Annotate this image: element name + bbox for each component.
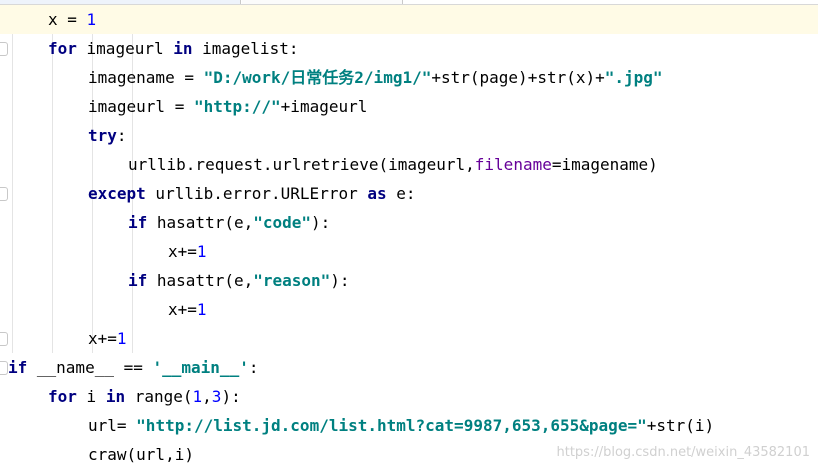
code-token: craw(url,i)	[88, 445, 194, 464]
code-text: imagename = "D:/work/日常任务2/img1/"+str(pa…	[88, 63, 663, 92]
code-line[interactable]: try:	[0, 121, 818, 150]
code-token: range(	[125, 387, 193, 406]
code-token: hasattr(e,	[147, 213, 254, 232]
code-text: urllib.request.urlretrieve(imageurl,file…	[128, 150, 658, 179]
code-text: x+=1	[88, 324, 127, 353]
code-line[interactable]: x+=1	[0, 237, 818, 266]
code-token: in	[173, 39, 193, 58]
code-token: "code"	[253, 213, 312, 232]
code-token: "D:/work/日常任务2/img1/"	[203, 68, 432, 87]
code-line[interactable]: imageurl = "http://"+imageurl	[0, 92, 818, 121]
code-line[interactable]: x+=1	[0, 295, 818, 324]
code-token: urllib.error.URLError	[145, 184, 368, 203]
code-token: =imagename)	[551, 155, 658, 174]
code-token: 1	[116, 329, 127, 348]
editor-tab-active[interactable]	[0, 0, 241, 4]
code-line[interactable]: for i in range(1,3):	[0, 382, 818, 411]
code-text: x+=1	[168, 237, 207, 266]
code-line[interactable]: x+=1	[0, 324, 818, 353]
code-text: except urllib.error.URLError as e:	[88, 179, 416, 208]
code-token: imagelist:	[192, 39, 299, 58]
code-token: try	[88, 126, 117, 145]
fold-marker-icon[interactable]	[0, 361, 8, 375]
code-token: :	[248, 358, 259, 377]
code-token: ".jpg"	[604, 68, 663, 87]
code-token: for	[48, 387, 77, 406]
code-token: 1	[196, 300, 207, 319]
code-text: for i in range(1,3):	[48, 382, 241, 411]
code-token: if	[128, 271, 148, 290]
code-line[interactable]: imagename = "D:/work/日常任务2/img1/"+str(pa…	[0, 63, 818, 92]
code-token: as	[367, 184, 387, 203]
fold-marker-icon[interactable]	[0, 42, 8, 56]
code-text: craw(url,i)	[88, 440, 194, 469]
code-token: +str(page)+str(x)+	[431, 68, 605, 87]
editor-tab[interactable]	[242, 0, 403, 4]
code-token: for	[48, 39, 77, 58]
code-token: imageurl	[76, 39, 174, 58]
code-token: if	[128, 213, 148, 232]
code-token: 3	[211, 387, 222, 406]
code-line[interactable]: url= "http://list.jd.com/list.html?cat=9…	[0, 411, 818, 440]
code-token: "reason"	[253, 271, 331, 290]
code-text: imageurl = "http://"+imageurl	[88, 92, 367, 121]
code-token: '__main__'	[152, 358, 249, 377]
code-token: x+=	[168, 300, 197, 319]
code-token: if	[8, 358, 28, 377]
code-text: x = 1	[48, 5, 96, 34]
code-text: url= "http://list.jd.com/list.html?cat=9…	[88, 411, 714, 440]
code-token: ):	[221, 387, 241, 406]
code-line[interactable]: x = 1	[0, 5, 818, 34]
code-line[interactable]: urllib.request.urlretrieve(imageurl,file…	[0, 150, 818, 179]
code-token: in	[105, 387, 126, 406]
code-text: if hasattr(e,"code"):	[128, 208, 330, 237]
code-token: 1	[196, 242, 207, 261]
code-token: filename	[474, 155, 552, 174]
code-token: imagename =	[88, 68, 204, 87]
code-line[interactable]: if __name__ == '__main__':	[0, 353, 818, 382]
code-text: if __name__ == '__main__':	[8, 353, 258, 382]
code-token: x+=	[88, 329, 117, 348]
code-editor[interactable]: x = 1 for imageurl in imagelist: imagename…	[0, 5, 818, 468]
code-token: hasattr(e,	[147, 271, 254, 290]
code-token: :	[116, 126, 127, 145]
code-text: x+=1	[168, 295, 207, 324]
code-token: url=	[88, 416, 137, 435]
code-token: i	[76, 387, 106, 406]
code-token: 1	[192, 387, 203, 406]
code-token: ):	[311, 213, 331, 232]
code-token: "http://list.jd.com/list.html?cat=9987,6…	[136, 416, 647, 435]
code-token: ):	[330, 271, 350, 290]
fold-marker-icon[interactable]	[0, 187, 8, 201]
code-token: x+=	[168, 242, 197, 261]
code-token: except	[88, 184, 146, 203]
code-token: +str(i)	[646, 416, 715, 435]
watermark: https://blog.csdn.net/weixin_43582101	[556, 445, 810, 460]
code-text: for imageurl in imagelist:	[48, 34, 298, 63]
code-line[interactable]: except urllib.error.URLError as e:	[0, 179, 818, 208]
code-token: imageurl =	[88, 97, 194, 116]
code-line[interactable]: if hasattr(e,"code"):	[0, 208, 818, 237]
code-text: try:	[88, 121, 127, 150]
code-token: urllib.request.urlretrieve(imageurl,	[128, 155, 475, 174]
code-token: "http://"	[193, 97, 281, 116]
code-token: 1	[86, 10, 97, 29]
code-line[interactable]: for imageurl in imagelist:	[0, 34, 818, 63]
code-token: ,	[202, 387, 212, 406]
code-token: __name__ ==	[27, 358, 153, 377]
code-token: +imageurl	[280, 97, 368, 116]
code-line[interactable]: if hasattr(e,"reason"):	[0, 266, 818, 295]
code-token: e:	[386, 184, 416, 203]
code-text: if hasattr(e,"reason"):	[128, 266, 350, 295]
fold-marker-icon[interactable]	[0, 332, 8, 346]
code-token: x =	[48, 10, 87, 29]
